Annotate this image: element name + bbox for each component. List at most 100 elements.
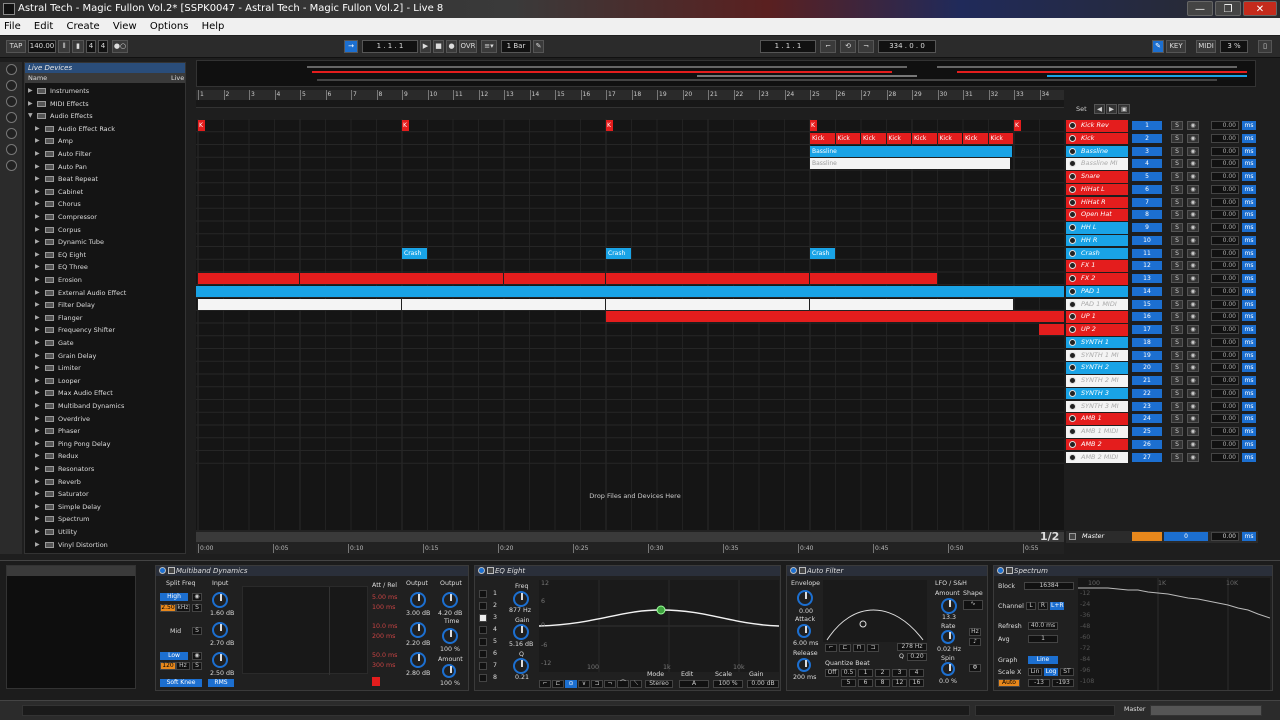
track-activator[interactable]: 24 [1132, 414, 1162, 424]
clip[interactable] [606, 311, 1064, 323]
bar-number[interactable]: 22 [733, 90, 743, 100]
arm-icon[interactable]: ◉ [1187, 414, 1199, 424]
clip[interactable]: K [606, 120, 613, 131]
time-tick[interactable]: 0:00 [198, 544, 213, 553]
track-delay-unit[interactable]: ms [1242, 248, 1256, 258]
track-delay-unit[interactable]: ms [1242, 286, 1256, 296]
track-delay-unit[interactable]: ms [1242, 210, 1256, 220]
arm-icon[interactable]: ◉ [1187, 248, 1199, 258]
expand-arrow-icon[interactable]: ▶ [35, 135, 43, 148]
draw-icon[interactable]: ✎ [1152, 40, 1164, 53]
track-delay-unit[interactable]: ms [1242, 223, 1256, 232]
filter-type-icon[interactable]: ⌒ [617, 680, 629, 688]
track-volume[interactable]: 0.00 [1211, 427, 1239, 436]
range-high-value[interactable]: -193 [1052, 679, 1074, 687]
clip[interactable]: Bassline [810, 145, 1012, 157]
track-volume[interactable]: 0.00 [1211, 350, 1239, 360]
browser-item[interactable]: ▶ Cabinet [25, 186, 185, 199]
draw-mode-icon[interactable]: ≡▾ [481, 40, 497, 53]
clip[interactable] [810, 273, 937, 284]
bar-number[interactable]: 25 [810, 90, 820, 100]
track-play-icon[interactable] [1069, 402, 1076, 410]
track-volume[interactable]: 0.00 [1211, 274, 1239, 283]
track-volume[interactable]: 0.00 [1211, 286, 1239, 296]
track-activator[interactable]: 3 [1132, 146, 1162, 156]
solo-button[interactable]: S [1171, 337, 1183, 347]
frequency-value[interactable]: 278 Hz [897, 643, 927, 651]
envelope-value[interactable]: 0.00 [799, 608, 813, 615]
log-button[interactable]: Log [1044, 668, 1058, 676]
input-high-knob[interactable] [212, 592, 228, 608]
file-browser-2-icon[interactable] [6, 112, 17, 123]
expand-arrow-icon[interactable]: ▶ [35, 350, 43, 363]
browser-item[interactable]: ▶ Frequency Shifter [25, 324, 185, 337]
mid-solo-button[interactable]: S [192, 627, 202, 635]
filter-type-icon[interactable]: ⊙ [565, 680, 577, 688]
track-row[interactable]: SYNTH 3 MI 23 S ◉ 0.00 ms [1066, 400, 1258, 412]
nudge-icon[interactable]: ⦀ [58, 40, 70, 53]
bar-number[interactable]: 7 [351, 90, 357, 100]
expand-arrow-icon[interactable]: ▶ [28, 98, 36, 111]
browser-folder[interactable]: ▶ Instruments [25, 85, 185, 98]
track-activator[interactable]: 19 [1132, 350, 1162, 360]
clip[interactable]: K [402, 120, 409, 131]
track-volume[interactable]: 0.00 [1211, 414, 1239, 424]
mid-release[interactable]: 200 ms [372, 633, 395, 640]
mid-attack[interactable]: 10.0 ms [372, 623, 397, 630]
loop-length-field[interactable]: 334 . 0 . 0 [878, 40, 936, 53]
pencil-icon[interactable]: ✎ [533, 40, 544, 53]
browser-folder[interactable]: ▼ Audio Effects [25, 110, 185, 123]
output-gain-value[interactable]: 0.00 dB [747, 680, 779, 688]
arm-icon[interactable]: ◉ [1187, 184, 1199, 194]
track-play-icon[interactable] [1069, 428, 1076, 435]
key-map-button[interactable]: KEY [1166, 40, 1186, 53]
track-play-icon[interactable] [1069, 377, 1076, 384]
browser-folder[interactable]: ▶ MIDI Effects [25, 98, 185, 111]
solo-button[interactable]: S [1171, 312, 1183, 322]
track-activator[interactable]: 5 [1132, 172, 1162, 181]
bar-number[interactable]: 34 [1039, 90, 1049, 100]
low-release[interactable]: 300 ms [372, 662, 395, 669]
solo-button[interactable]: S [1171, 184, 1183, 194]
track-delay-unit[interactable]: ms [1242, 414, 1256, 424]
rate-value[interactable]: 0.02 Hz [937, 646, 961, 653]
track-activator[interactable]: 11 [1132, 248, 1162, 258]
expand-arrow-icon[interactable]: ▶ [35, 211, 43, 224]
track-activator[interactable]: 12 [1132, 261, 1162, 271]
track-activator[interactable]: 18 [1132, 337, 1162, 347]
arm-icon[interactable]: ◉ [1187, 210, 1199, 220]
shape-select[interactable]: ∿ [963, 600, 983, 610]
loop-icon[interactable]: ⟲ [840, 40, 856, 53]
track-volume[interactable]: 0.00 [1211, 133, 1239, 143]
track-activator[interactable]: 22 [1132, 388, 1162, 398]
band-enable-icon[interactable] [479, 674, 487, 682]
column-live[interactable]: Live [171, 73, 184, 83]
browser-item[interactable]: ▶ Multiband Dynamics [25, 400, 185, 413]
track-row[interactable]: Crash 11 S ◉ 0.00 ms [1066, 247, 1258, 259]
solo-button[interactable]: S [1171, 452, 1183, 462]
arm-icon[interactable]: ◉ [1187, 350, 1199, 360]
clip[interactable]: K [810, 120, 817, 131]
rate-knob[interactable] [941, 630, 955, 644]
browser-item[interactable]: ▶ Spectrum [25, 513, 185, 526]
track-activator[interactable]: 8 [1132, 210, 1162, 220]
lin-button[interactable]: Lin [1028, 668, 1042, 676]
master-volume[interactable]: 0.00 [1211, 532, 1239, 541]
quantize-beat-button[interactable]: 6 [858, 679, 873, 687]
band-enable-icon[interactable] [479, 638, 487, 646]
solo-button[interactable]: S [1171, 350, 1183, 360]
filter-type-icon[interactable]: ⊐ [591, 680, 603, 688]
band-number[interactable]: 7 [493, 662, 497, 669]
bar-number[interactable]: 24 [784, 90, 794, 100]
band-number[interactable]: 1 [493, 590, 497, 597]
browser-item[interactable]: ▶ Corpus [25, 224, 185, 237]
bar-number[interactable]: 23 [759, 90, 769, 100]
power-icon[interactable] [997, 567, 1004, 574]
menu-options[interactable]: Options [150, 18, 189, 35]
solo-button[interactable]: S [1171, 235, 1183, 245]
track-volume[interactable]: 0.00 [1211, 401, 1239, 411]
track-delay-unit[interactable]: ms [1242, 235, 1256, 245]
browser-item[interactable]: ▶ Phaser [25, 425, 185, 438]
expand-arrow-icon[interactable]: ▶ [35, 312, 43, 325]
bar-number[interactable]: 29 [912, 90, 922, 100]
